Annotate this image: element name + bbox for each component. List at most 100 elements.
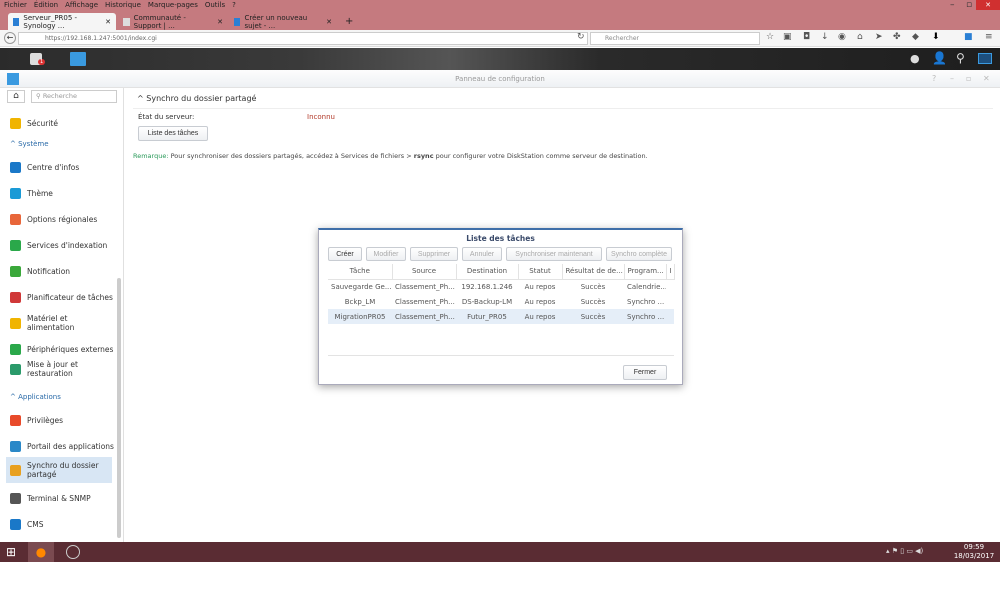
sidebar-item-icon <box>10 117 21 129</box>
menu-aide[interactable]: ? <box>232 0 236 10</box>
column-header[interactable]: Source <box>392 264 457 280</box>
chat-icon[interactable]: ● <box>910 52 920 65</box>
back-button[interactable]: ← <box>4 32 16 44</box>
sidebar-item[interactable]: Sécurité <box>10 116 116 130</box>
lock-app-taskbar-icon[interactable] <box>66 545 80 559</box>
tab-creer-sujet[interactable]: Créer un nouveau sujet - ... ✕ <box>229 13 337 30</box>
sidebar-item[interactable]: CMS <box>10 517 116 531</box>
sidebar-item[interactable]: Périphériques externes <box>10 342 116 356</box>
menu-marque-pages[interactable]: Marque-pages <box>148 0 198 10</box>
sidebar-section-système[interactable]: ^ Système <box>10 140 49 148</box>
sidebar-item-icon <box>10 414 21 426</box>
sidebar-item[interactable]: Thème <box>10 186 116 200</box>
firefox-taskbar-icon[interactable]: ● <box>28 542 54 562</box>
close-tab-icon[interactable]: ✕ <box>326 18 332 26</box>
delete-button[interactable]: Supprimer <box>410 247 458 261</box>
user-icon[interactable]: 👤 <box>932 51 947 65</box>
sidebar-search-input[interactable]: ⚲ Recherche <box>31 90 117 103</box>
menu-outils[interactable]: Outils <box>205 0 225 10</box>
send-icon[interactable]: ➤ <box>875 32 883 42</box>
extension-color-icon[interactable]: ◆ <box>912 32 919 42</box>
table-row[interactable]: Sauvegarde Ge... Classement_Ph... 192.168.… <box>328 279 674 294</box>
column-header[interactable]: Statut <box>518 264 563 280</box>
table-cell: 192.168.1.246 <box>461 282 513 291</box>
pocket-icon[interactable]: ◘ <box>803 32 810 42</box>
modify-button[interactable]: Modifier <box>366 247 406 261</box>
bookmark-star-icon[interactable]: ☆ <box>766 32 774 42</box>
sidebar-item[interactable]: Planificateur de tâches <box>10 290 116 304</box>
close-tab-icon[interactable]: ✕ <box>105 18 111 26</box>
section-header[interactable]: ^ Synchro du dossier partagé <box>137 94 256 103</box>
download-icon[interactable]: ↓ <box>821 32 829 42</box>
close-tab-icon[interactable]: ✕ <box>217 18 223 26</box>
extension-icon[interactable]: ✤ <box>893 32 901 42</box>
control-panel-app-icon[interactable] <box>70 52 86 66</box>
sidebar-item[interactable]: Portail des applications <box>10 439 116 453</box>
help-icon[interactable]: ? <box>932 74 936 83</box>
table-cell: Sauvegarde Ge... <box>331 282 392 291</box>
sidebar-item[interactable]: Services d'indexation <box>10 238 116 252</box>
library-icon[interactable]: ▣ <box>783 32 792 42</box>
sidebar-item[interactable]: Synchro du dossier partagé <box>6 457 112 483</box>
menu-affichage[interactable]: Affichage <box>65 0 98 10</box>
column-header[interactable]: Destination <box>456 264 519 280</box>
column-header[interactable]: I <box>666 264 675 280</box>
sidebar-item-icon <box>10 363 21 375</box>
sync-now-button[interactable]: Synchroniser maintenant <box>506 247 602 261</box>
table-cell: Calendrie... <box>627 282 666 291</box>
column-header[interactable]: Tâche <box>328 264 393 280</box>
task-list-button[interactable]: Liste des tâches <box>138 126 208 141</box>
sidebar-scrollbar[interactable] <box>117 278 121 538</box>
widgets-icon[interactable] <box>978 53 992 64</box>
create-button[interactable]: Créer <box>328 247 362 261</box>
tray-icons[interactable]: ▴ ⚑ ▯ ▭ ◀) <box>886 547 923 555</box>
table-cell: Classement_Ph... <box>395 297 455 306</box>
tab-serveur[interactable]: Serveur_PR05 - Synology ... ✕ <box>8 13 116 30</box>
maximize-icon[interactable]: ▫ <box>966 74 971 83</box>
task-table: Tâche Source Destination Statut Résultat de … <box>328 264 675 324</box>
search-icon[interactable]: ⚲ <box>956 51 965 65</box>
cancel-button[interactable]: Annuler <box>462 247 502 261</box>
table-row[interactable]: Bckp_LM Classement_Ph... DS-Backup-LM Au re… <box>328 294 674 309</box>
sidebar-section-applications[interactable]: ^ Applications <box>10 393 61 401</box>
download-helper-icon[interactable]: ⬇ <box>932 32 940 42</box>
clock[interactable]: 09:59 18/03/2017 <box>950 543 998 561</box>
minimize-icon[interactable]: – <box>950 74 954 83</box>
sidebar-item[interactable]: Notification <box>10 264 116 278</box>
window-header: Panneau de configuration ? – ▫ ✕ <box>0 70 1000 88</box>
full-sync-button[interactable]: Synchro complète <box>606 247 672 261</box>
close-icon[interactable]: ✕ <box>983 74 990 83</box>
url-bar[interactable]: https://192.168.1.247:5001/index.cgi <box>18 32 588 45</box>
new-tab-button[interactable]: + <box>340 13 358 30</box>
reload-icon[interactable]: ↻ <box>577 32 585 42</box>
sidebar-item[interactable]: Privilèges <box>10 413 116 427</box>
home-icon[interactable]: ⌂ <box>857 32 863 42</box>
maximize-button[interactable]: ▫ <box>966 0 972 10</box>
sidebar-item[interactable]: Centre d'infos <box>10 160 116 174</box>
sync-icon[interactable]: ◉ <box>838 32 846 42</box>
search-input[interactable]: Rechercher <box>590 32 760 45</box>
sidebar-item[interactable]: Terminal & SNMP <box>10 491 116 505</box>
menu-edition[interactable]: Édition <box>34 0 58 10</box>
sidebar-item[interactable]: Matériel et alimentation <box>10 314 116 332</box>
sidebar-item[interactable]: Options régionales <box>10 212 116 226</box>
server-state-value: Inconnu <box>307 113 335 121</box>
minimize-button[interactable]: – <box>950 0 955 10</box>
windows-start-icon[interactable]: ⊞ <box>6 545 16 559</box>
hamburger-menu-icon[interactable]: ≡ <box>985 32 993 42</box>
extension-badge-icon[interactable]: ■ <box>964 32 973 42</box>
menu-fichier[interactable]: Fichier <box>4 0 27 10</box>
column-header[interactable]: Program... <box>624 264 667 280</box>
table-cell: Au repos <box>524 282 556 291</box>
close-button[interactable]: Fermer <box>623 365 667 380</box>
table-row[interactable]: MigrationPR05 Classement_Ph... Futur_PR05 A… <box>328 309 674 324</box>
note: Remarque: Pour synchroniser des dossiers… <box>133 152 648 160</box>
sidebar-item-icon <box>10 239 21 251</box>
close-window-button[interactable]: ✕ <box>976 0 1000 10</box>
sidebar-item[interactable]: Mise à jour et restauration <box>10 360 116 378</box>
menu-historique[interactable]: Historique <box>105 0 141 10</box>
tab-communaute[interactable]: Communauté - Support | ... ✕ <box>118 13 228 30</box>
server-state-label: État du serveur: <box>138 113 195 121</box>
home-button[interactable]: ⌂ <box>7 90 25 103</box>
column-header[interactable]: Résultat de de... <box>562 264 625 280</box>
